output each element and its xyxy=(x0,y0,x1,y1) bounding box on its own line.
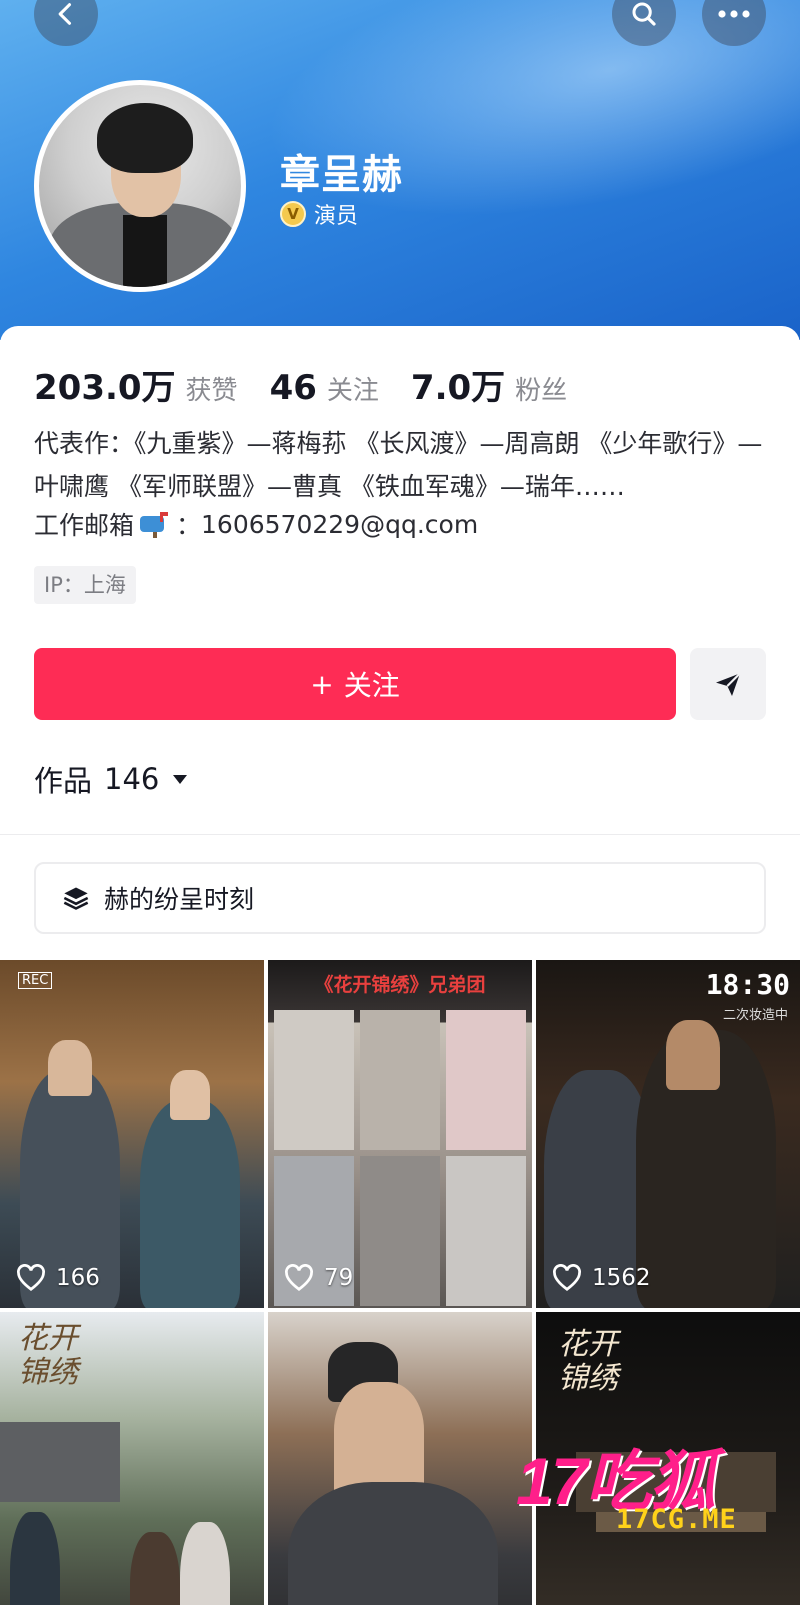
verification-title: 演员 xyxy=(314,204,359,229)
collection-entry[interactable]: 赫的纷呈时刻 xyxy=(34,862,766,934)
video-time-sub: 二次妆造中 xyxy=(722,1008,788,1023)
video-thumbnail[interactable]: 《花开锦绣》兄弟团 79 xyxy=(268,960,532,1308)
heart-icon xyxy=(553,1264,581,1291)
heart-icon xyxy=(285,1264,313,1291)
divider xyxy=(0,834,800,835)
site-watermark: 17吃狐 17CG.ME xyxy=(516,1428,736,1535)
video-title: 《花开锦绣》兄弟团 xyxy=(314,974,486,996)
likes-count: 203.0万 xyxy=(34,368,176,408)
email-line: 工作邮箱 ： 1606570229@qq.com xyxy=(34,506,478,542)
caret-down-icon xyxy=(173,775,188,784)
plus-icon: + xyxy=(310,667,334,701)
followers-label[interactable]: 粉丝 xyxy=(515,370,567,407)
chevron-left-icon xyxy=(58,3,72,25)
search-button[interactable] xyxy=(612,0,676,46)
video-calligraphy: 花开锦绣 xyxy=(18,1321,78,1390)
video-thumbnail[interactable] xyxy=(268,1312,532,1605)
likes-label: 获赞 xyxy=(185,376,238,406)
like-count-value: 79 xyxy=(324,1265,354,1291)
like-count: 79 xyxy=(284,1264,353,1292)
verification: V 演员 xyxy=(280,198,358,230)
share-button[interactable] xyxy=(690,648,766,720)
bio-text: 代表作：《九重紫》—蒋梅荪 《长风渡》—周高朗 《少年歌行》—叶啸鹰 《军师联盟… xyxy=(34,429,763,501)
email-address[interactable]: 1606570229@qq.com xyxy=(201,510,478,539)
follow-button[interactable]: + 关注 xyxy=(34,648,676,720)
like-count-value: 166 xyxy=(56,1265,100,1291)
layers-icon xyxy=(63,887,89,910)
more-button[interactable] xyxy=(702,0,766,46)
avatar[interactable] xyxy=(34,80,246,292)
following-label[interactable]: 关注 xyxy=(327,370,379,407)
like-count: 1562 xyxy=(552,1264,651,1292)
heart-icon xyxy=(17,1264,45,1291)
works-tab[interactable]: 作品 146 xyxy=(34,758,189,800)
collection-label: 赫的纷呈时刻 xyxy=(104,885,255,914)
works-label: 作品 xyxy=(34,764,93,798)
video-thumbnail[interactable]: REC 166 xyxy=(0,960,264,1308)
follow-label: 关注 xyxy=(343,669,400,702)
search-icon xyxy=(632,2,656,26)
verified-badge-icon: V xyxy=(280,201,306,227)
watermark-domain: 17CG.ME xyxy=(616,1504,737,1535)
mailbox-icon xyxy=(138,510,172,538)
like-count: 166 xyxy=(16,1264,100,1292)
video-time: 18:30 xyxy=(705,968,790,1001)
profile-name: 章呈赫 xyxy=(280,152,403,198)
following-count[interactable]: 46 xyxy=(270,368,317,408)
back-button[interactable] xyxy=(34,0,98,46)
stats-row: 203.0万 获赞 46 关注 7.0万 粉丝 xyxy=(34,360,599,409)
video-calligraphy: 花开锦绣 xyxy=(558,1327,618,1396)
video-thumbnail[interactable]: 花开锦绣 xyxy=(0,1312,264,1605)
followers-count[interactable]: 7.0万 xyxy=(411,360,505,409)
email-separator: ： xyxy=(176,511,202,540)
video-thumbnail[interactable]: 18:30 二次妆造中 1562 xyxy=(536,960,800,1308)
more-dots-icon xyxy=(718,10,750,18)
email-label: 工作邮箱 xyxy=(34,511,135,540)
profile-banner: 章呈赫 V 演员 xyxy=(0,0,800,340)
rec-overlay: REC xyxy=(18,972,53,989)
works-count: 146 xyxy=(104,762,160,796)
send-icon xyxy=(716,672,741,696)
like-count-value: 1562 xyxy=(592,1265,651,1291)
ip-location-tag: IP：上海 xyxy=(34,566,136,604)
